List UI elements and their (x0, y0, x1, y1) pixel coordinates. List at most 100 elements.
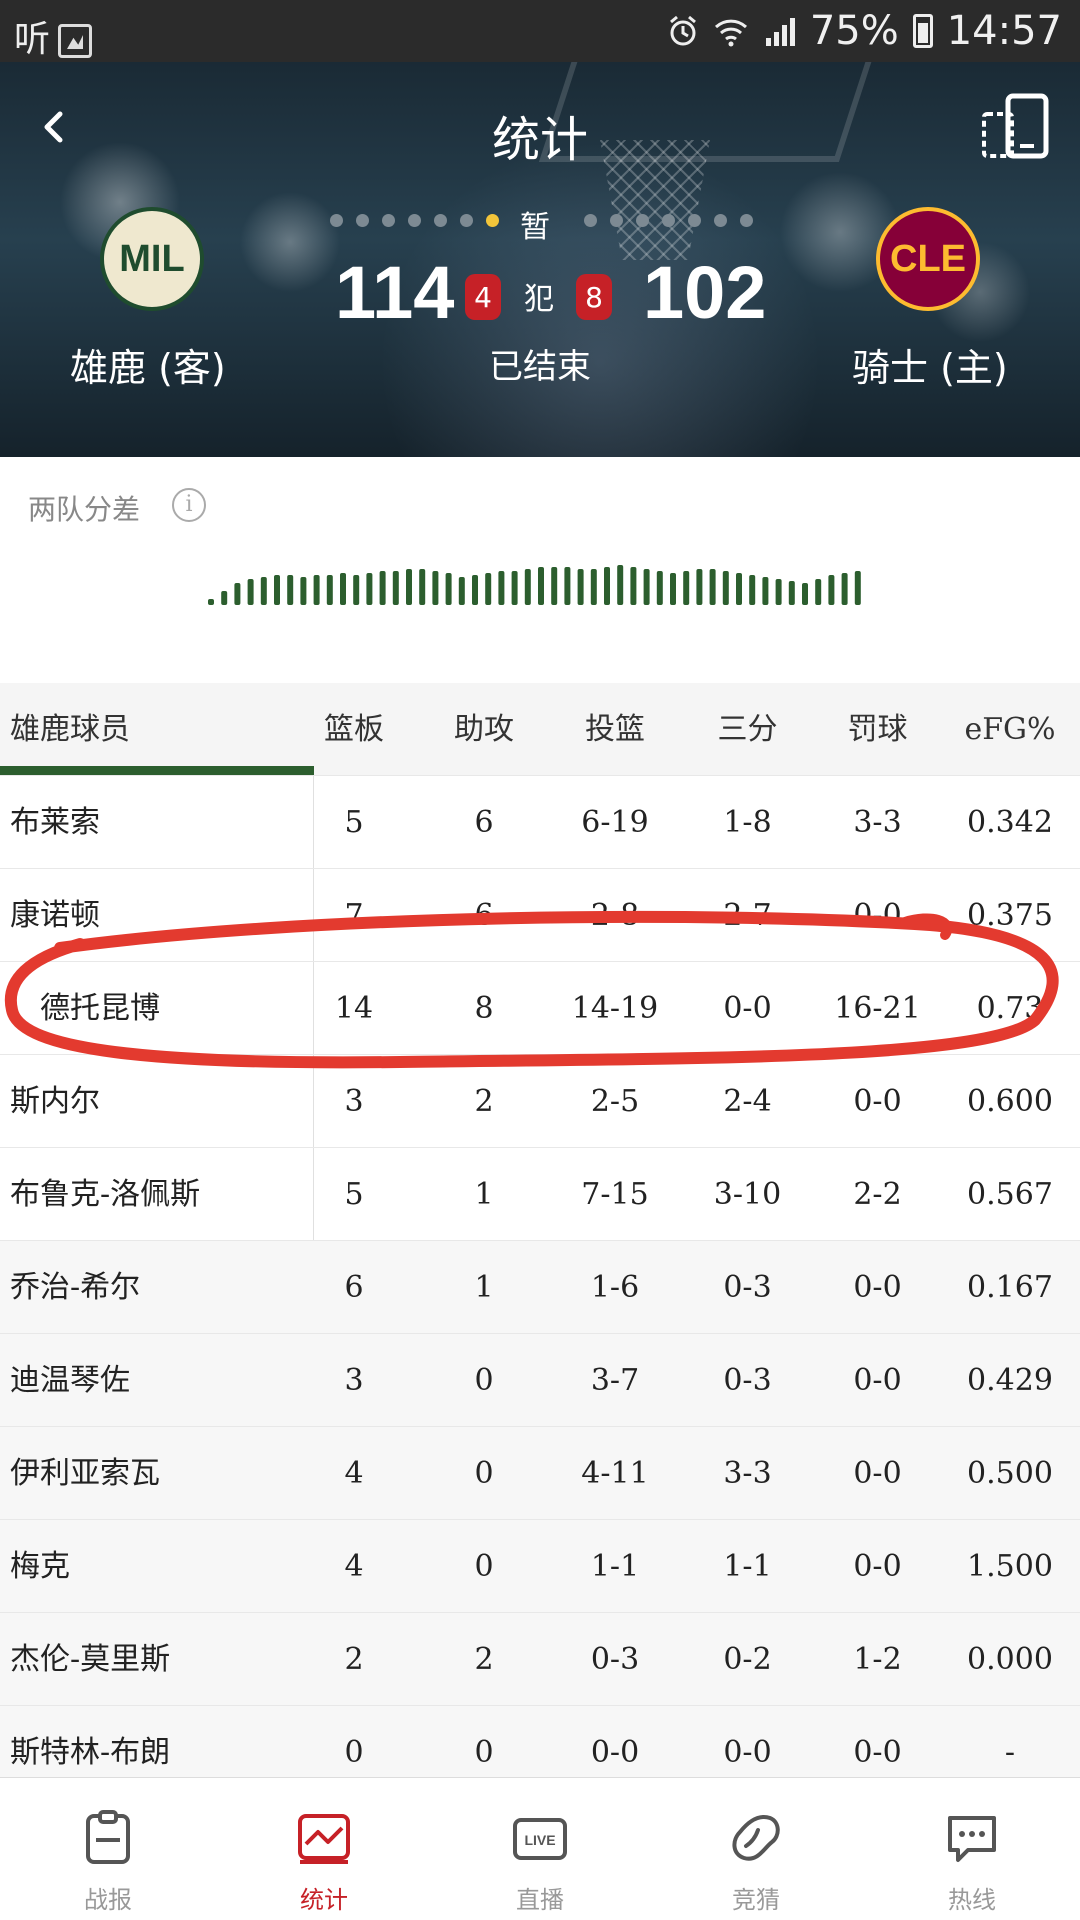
clock: 14:57 (946, 8, 1062, 54)
differential-bar (498, 571, 505, 605)
away-fouls-badge: 4 (465, 274, 501, 320)
field-goals-cell: 6-19 (581, 805, 649, 840)
page-title: 统计 (491, 112, 588, 168)
efg-percent-cell: 0.600 (967, 1084, 1053, 1119)
rotate-screen-button[interactable] (980, 92, 1050, 162)
differential-bar (326, 575, 333, 605)
assists-cell: 2 (474, 1084, 494, 1119)
svg-text:LIVE: LIVE (524, 1832, 555, 1848)
efg-percent-cell: 0.342 (967, 805, 1053, 840)
timeout-dot (740, 214, 753, 227)
differential-bar (683, 571, 690, 605)
player-name-cell: 迪温琴佐 (10, 1363, 130, 1398)
field-goals-cell: 0-3 (590, 1642, 640, 1677)
chart-icon (298, 1814, 350, 1864)
differential-bar (511, 571, 518, 605)
player-name-cell: 布莱索 (10, 805, 100, 840)
timeout-dot (688, 214, 701, 227)
differential-bar (551, 567, 558, 605)
timeout-dot (382, 214, 395, 227)
differential-bar (604, 567, 610, 605)
three-pointers-cell: 2-4 (723, 1084, 772, 1119)
table-row[interactable]: 德托昆博 14 8 14-19 0-0 16-21 0.73 (0, 962, 1080, 1055)
table-row[interactable]: 伊利亚索瓦 4 0 4-11 3-3 0-0 0.500 (0, 1427, 1080, 1520)
table-row[interactable]: 迪温琴佐 3 0 3-7 0-3 0-0 0.429 (0, 1334, 1080, 1427)
differential-bar (340, 573, 346, 605)
table-row[interactable]: 布莱索 5 6 6-19 1-8 3-3 0.342 (0, 776, 1080, 869)
timeout-dot (460, 214, 473, 227)
timeouts-away (330, 214, 499, 227)
nav-item-hotline[interactable]: 热线 (864, 1778, 1080, 1920)
differential-bar (472, 575, 478, 605)
player-name-cell: 杰伦-莫里斯 (10, 1642, 171, 1677)
rebounds-cell: 2 (344, 1642, 364, 1677)
timeout-dot (356, 214, 369, 227)
differential-bar (630, 567, 637, 605)
rebounds-cell: 3 (344, 1363, 364, 1398)
differential-bar (260, 577, 267, 605)
game-header: 统计 MIL CLE 雄鹿 (客) 骑士 (主) 暂 114 4 犯 8 102… (0, 62, 1080, 457)
table-body: 布莱索 5 6 6-19 1-8 3-3 0.342 康诺顿 7 6 2-8 2-7 0-0 0.375 德… (0, 776, 1080, 1799)
header-assists[interactable]: 助攻 (444, 683, 524, 776)
differential-bar (643, 569, 650, 605)
differential-bar (208, 599, 214, 605)
table-row[interactable]: 斯内尔 3 2 2-5 2-4 0-0 0.600 (0, 1055, 1080, 1148)
player-name-cell: 伊利亚索瓦 (10, 1456, 160, 1491)
header-free-throws[interactable]: 罚球 (820, 683, 935, 776)
differential-bar (577, 569, 584, 605)
differential-bar (234, 583, 241, 605)
differential-bar (802, 583, 808, 605)
differential-bar (617, 565, 624, 605)
header-rebounds[interactable]: 篮板 (314, 683, 394, 776)
differential-bar (762, 577, 769, 605)
table-row[interactable]: 康诺顿 7 6 2-8 2-7 0-0 0.375 (0, 869, 1080, 962)
differential-bar (300, 577, 307, 605)
header-three-pointers[interactable]: 三分 (690, 683, 805, 776)
nav-item-stats[interactable]: 统计 (216, 1778, 432, 1920)
differential-bar (788, 581, 795, 605)
differential-bar (656, 571, 663, 605)
table-row[interactable]: 杰伦-莫里斯 2 2 0-3 0-2 1-2 0.000 (0, 1613, 1080, 1706)
chat-icon (948, 1816, 996, 1862)
differential-bar (538, 567, 544, 605)
assists-cell: 6 (474, 898, 494, 933)
differential-bar (366, 573, 373, 605)
nav-item-report[interactable]: 战报 (0, 1778, 216, 1920)
timeout-dot (584, 214, 597, 227)
away-team-logo[interactable]: MIL (100, 207, 204, 311)
header-field-goals[interactable]: 投篮 (560, 683, 670, 776)
nav-label: 热线 (948, 1886, 996, 1914)
home-team-logo[interactable]: CLE (876, 207, 980, 311)
efg-percent-cell: 0.500 (967, 1456, 1053, 1491)
assists-cell: 8 (474, 991, 494, 1026)
nav-item-live[interactable]: LIVE 直播 (432, 1778, 648, 1920)
efg-percent-cell: 0.000 (967, 1642, 1053, 1677)
table-row[interactable]: 乔治-希尔 6 1 1-6 0-3 0-0 0.167 (0, 1241, 1080, 1334)
field-goals-cell: 2-5 (590, 1084, 640, 1119)
player-name-cell: 康诺顿 (10, 898, 100, 933)
player-name-cell: 乔治-希尔 (10, 1270, 141, 1305)
wifi-icon (714, 19, 747, 47)
table-row[interactable]: 梅克 4 0 1-1 1-1 0-0 1.500 (0, 1520, 1080, 1613)
timeout-label: 暂 (520, 210, 550, 245)
status-bar: 听 75% 14:57 (0, 0, 1080, 62)
info-icon[interactable]: i (172, 488, 206, 522)
nav-label: 直播 (516, 1886, 564, 1914)
three-pointers-cell: 1-1 (723, 1549, 772, 1584)
timeout-dot (714, 214, 727, 227)
header-efg[interactable]: eFG% (955, 683, 1065, 776)
differential-bar (696, 569, 703, 605)
player-name-cell: 布鲁克-洛佩斯 (10, 1177, 201, 1212)
timeout-dot-active (486, 214, 499, 227)
score-differential-title: 两队分差 (28, 493, 141, 526)
rotate-screen-icon (982, 93, 1049, 159)
header-player[interactable]: 雄鹿球员 (10, 683, 310, 776)
free-throws-cell: 3-3 (853, 805, 902, 840)
timeout-dot (662, 214, 675, 227)
table-row[interactable]: 布鲁克-洛佩斯 5 1 7-15 3-10 2-2 0.567 (0, 1148, 1080, 1241)
nav-item-guess[interactable]: 竞猜 (648, 1778, 864, 1920)
timeout-dot (434, 214, 447, 227)
timeout-dot (610, 214, 623, 227)
timeout-dot (408, 214, 421, 227)
free-throws-cell: 0-0 (853, 1270, 902, 1305)
